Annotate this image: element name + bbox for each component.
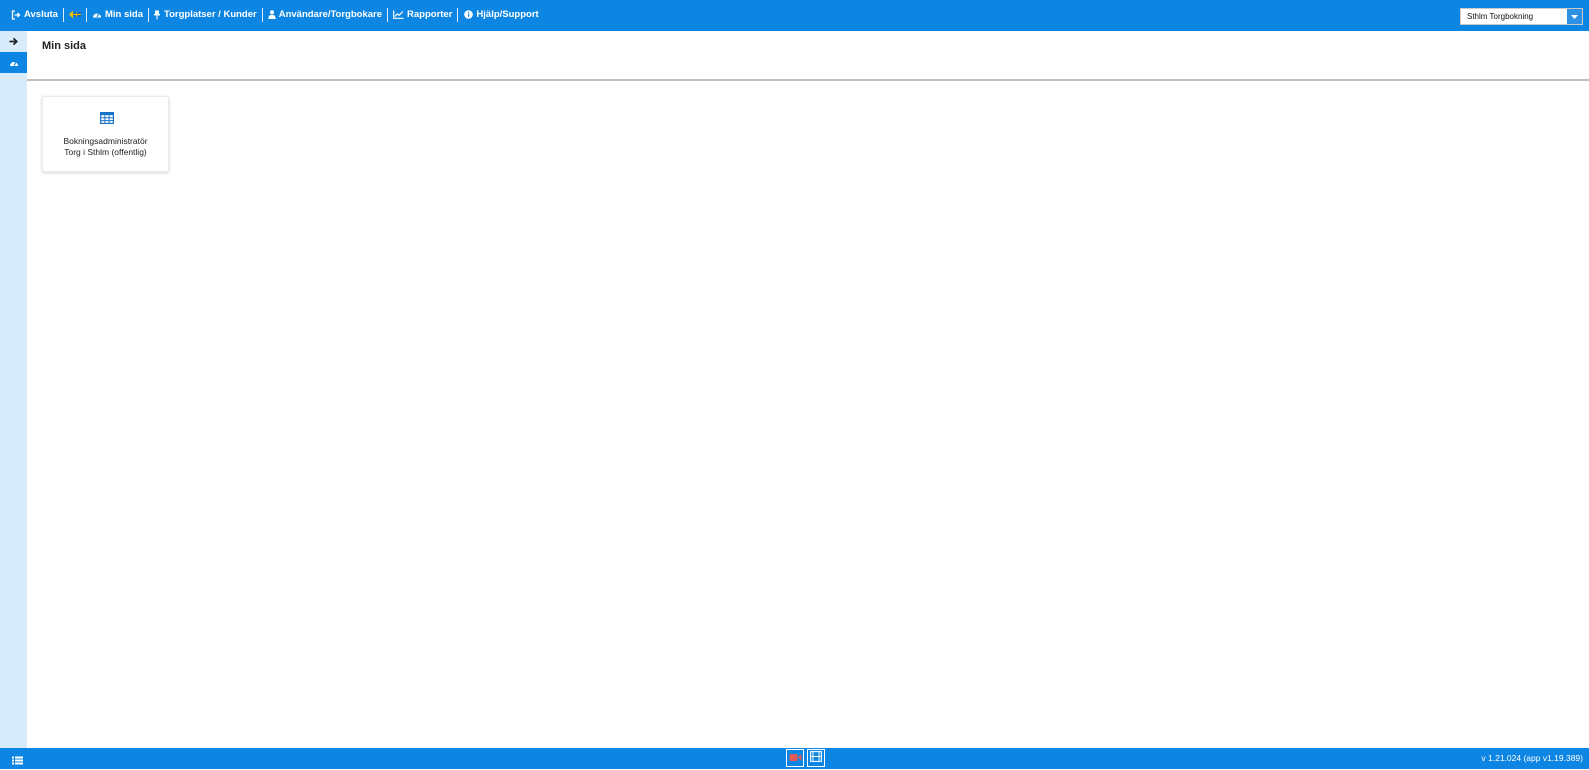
sign-out-icon	[11, 9, 21, 20]
role-tile-line1: Bokningsadministratör	[63, 136, 148, 146]
user-icon	[268, 10, 276, 20]
nav-rapporter[interactable]: Rapporter	[388, 7, 459, 22]
nav-min-sida[interactable]: Min sida	[87, 7, 149, 22]
nav-anvandare-torgbokare[interactable]: Användare/Torgbokare	[263, 7, 389, 22]
nav-flag[interactable]	[64, 7, 87, 22]
nav-min-sida-label: Min sida	[104, 9, 143, 20]
nav-avsluta[interactable]: Avsluta	[6, 7, 64, 22]
nav-torgplatser-kunder-label: Torgplatser / Kunder	[163, 9, 257, 20]
sidebar-toggle-button[interactable]	[0, 31, 27, 52]
info-circle-icon	[463, 10, 473, 20]
film-icon	[810, 749, 822, 767]
dashboard-icon	[92, 10, 102, 20]
footer-bar: v 1.21.024 (app v1.19.389)	[0, 748, 1589, 769]
page-title: Min sida	[42, 40, 87, 52]
nav-anvandare-torgbokare-label: Användare/Torgbokare	[278, 9, 383, 20]
table-icon	[100, 111, 115, 129]
sidebar	[0, 31, 27, 748]
role-tile-label: Bokningsadministratör Torg i Sthlm (offe…	[43, 136, 168, 158]
nav-avsluta-label: Avsluta	[24, 9, 58, 20]
role-tile-line2: Torg i Sthlm (offentlig)	[64, 147, 147, 157]
nav-rapporter-label: Rapporter	[407, 9, 453, 20]
top-nav: Avsluta Min sida Torgplatser / Kunder An…	[6, 0, 544, 29]
sidebar-item-min-sida[interactable]	[0, 52, 27, 73]
nav-torgplatser-kunder[interactable]: Torgplatser / Kunder	[149, 7, 263, 22]
dashboard-icon	[9, 54, 19, 72]
thumbtack-icon	[154, 10, 161, 20]
video-button[interactable]	[786, 749, 804, 767]
video-camera-icon	[789, 749, 802, 767]
chevron-down-icon[interactable]	[1567, 9, 1582, 24]
line-chart-icon	[393, 10, 404, 20]
nav-hjalp-support[interactable]: Hjälp/Support	[458, 8, 543, 22]
top-bar: Avsluta Min sida Torgplatser / Kunder An…	[0, 0, 1589, 31]
role-tile-bokningsadministrator[interactable]: Bokningsadministratör Torg i Sthlm (offe…	[42, 96, 169, 172]
organization-select-value: Sthlm Torgbokning	[1467, 12, 1534, 21]
version-label: v 1.21.024 (app v1.19.389)	[1481, 753, 1583, 763]
footer-media-buttons	[786, 749, 825, 767]
arrow-right-icon	[9, 33, 19, 51]
nav-hjalp-support-label: Hjälp/Support	[476, 9, 539, 20]
swedish-flag-back-icon	[68, 10, 81, 20]
organization-select[interactable]: Sthlm Torgbokning	[1460, 8, 1583, 25]
title-divider	[27, 79, 1589, 81]
film-button[interactable]	[807, 749, 825, 767]
list-icon[interactable]	[12, 752, 23, 770]
main-content: Min sida Bokningsadministratör Torg i St…	[27, 31, 1589, 748]
